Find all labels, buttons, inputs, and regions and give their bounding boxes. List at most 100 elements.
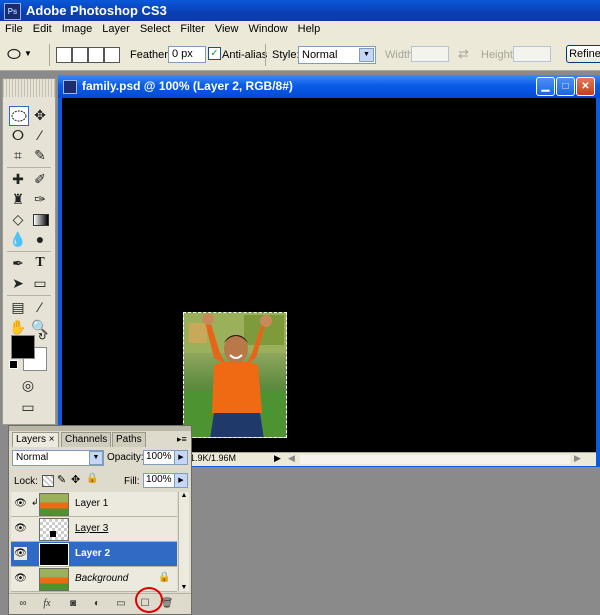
tab-layers[interactable]: Layers × <box>12 432 59 447</box>
horizontal-scrollbar[interactable] <box>300 455 570 464</box>
child-photo-selection[interactable] <box>183 312 287 438</box>
scroll-left-icon[interactable]: ◀ <box>288 453 295 464</box>
opacity-input[interactable]: 100% <box>143 450 175 465</box>
adjustment-icon[interactable]: ◐ <box>89 597 105 611</box>
layer-name: Background <box>75 573 129 584</box>
menu-filter[interactable]: Filter <box>175 21 209 35</box>
annotation-red-circle <box>135 587 163 613</box>
default-colors-icon[interactable] <box>9 360 18 369</box>
toolbox-divider <box>7 295 51 296</box>
layers-scrollbar[interactable]: ▲ ▼ <box>178 492 189 591</box>
menu-bar: File Edit Image Layer Select Filter View Window… <box>0 21 600 41</box>
notes-tool-icon[interactable]: ▤ <box>8 297 28 317</box>
brush-tool-icon[interactable]: ✐ <box>30 169 50 189</box>
fill-input[interactable]: 100% <box>143 473 175 488</box>
folder-icon[interactable]: ▭ <box>113 597 129 611</box>
lock-all-icon[interactable]: 🔒 <box>86 473 98 484</box>
document-title-bar[interactable]: family.psd @ 100% (Layer 2, RGB/8#) ▁ □ … <box>58 75 600 98</box>
screen-mode-icon[interactable]: ▭ <box>18 397 38 417</box>
refine-edge-button[interactable]: Refine <box>566 45 600 63</box>
new-selection-icon[interactable] <box>56 47 72 63</box>
tab-channels[interactable]: Channels <box>61 432 112 447</box>
subtract-selection-icon[interactable] <box>88 47 104 63</box>
lock-image-icon[interactable]: ✎ <box>57 473 66 486</box>
antialias-label: Anti-alias <box>222 49 268 61</box>
crop-tool-icon[interactable]: ⌗ <box>8 145 28 165</box>
document-canvas[interactable] <box>62 98 596 452</box>
pen-tool-icon[interactable]: ✒ <box>8 253 28 273</box>
fx-icon[interactable]: fx <box>39 597 55 611</box>
quick-mask-icon[interactable]: ◎ <box>18 375 38 395</box>
clone-stamp-tool-icon[interactable]: ♜ <box>8 189 28 209</box>
menu-help[interactable]: Help <box>293 21 326 35</box>
healing-brush-tool-icon[interactable]: ✚ <box>8 169 28 189</box>
maximize-button[interactable]: □ <box>556 77 575 96</box>
eraser-tool-icon[interactable]: ◇ <box>8 209 28 229</box>
style-select[interactable]: Normal ▼ <box>298 46 376 64</box>
type-tool-icon[interactable]: T <box>30 253 50 273</box>
opacity-slider-arrow-icon[interactable]: ▶ <box>174 450 188 465</box>
layer-name: Layer 1 <box>75 498 109 509</box>
options-divider <box>265 44 266 66</box>
layer-row-layer-2[interactable]: 👁 Layer 2 <box>11 542 177 567</box>
magic-wand-tool-icon[interactable]: ⁄ <box>30 125 50 145</box>
add-to-selection-icon[interactable] <box>72 47 88 63</box>
eye-icon[interactable]: 👁 <box>14 497 27 510</box>
layer-row-layer-1[interactable]: 👁 ↲ Layer 1 <box>11 492 177 517</box>
close-button[interactable]: ✕ <box>576 77 595 96</box>
history-brush-tool-icon[interactable]: ✑ <box>30 189 50 209</box>
hand-tool-icon[interactable]: ✋ <box>8 317 28 337</box>
slice-tool-icon[interactable]: ✎ <box>30 145 50 165</box>
lock-transparent-icon[interactable] <box>42 475 54 487</box>
path-selection-tool-icon[interactable]: ➤ <box>8 273 28 293</box>
layers-panel: Layers × Channels Paths ▸≡ Normal ▼ Opac… <box>8 425 192 615</box>
swap-colors-icon[interactable]: ↻ <box>38 332 46 343</box>
menu-file[interactable]: File <box>0 21 28 35</box>
dodge-tool-icon[interactable]: ● <box>30 229 50 249</box>
elliptical-marquee-tool-icon[interactable] <box>9 106 29 126</box>
opacity-label: Opacity: <box>107 452 144 463</box>
layers-panel-grip[interactable] <box>9 426 191 431</box>
eye-icon[interactable]: 👁 <box>14 572 27 585</box>
feather-input[interactable]: 0 px <box>168 46 206 63</box>
options-divider <box>49 44 50 66</box>
menu-image[interactable]: Image <box>57 21 98 35</box>
menu-edit[interactable]: Edit <box>28 21 57 35</box>
lock-label: Lock: <box>14 476 38 487</box>
menu-layer[interactable]: Layer <box>97 21 135 35</box>
link-icon[interactable]: ∞ <box>15 597 31 611</box>
foreground-color-swatch[interactable] <box>11 335 35 359</box>
fill-slider-arrow-icon[interactable]: ▶ <box>174 473 188 488</box>
panel-menu-icon[interactable]: ▸≡ <box>177 434 187 445</box>
eyedropper-tool-icon[interactable]: ⁄ <box>30 297 50 317</box>
scroll-down-icon[interactable]: ▼ <box>179 584 189 591</box>
layer-row-layer-3[interactable]: 👁 Layer 3 <box>11 517 177 542</box>
gradient-tool-icon[interactable] <box>30 209 50 229</box>
toolbox-divider <box>7 167 51 168</box>
lock-position-icon[interactable]: ✥ <box>71 473 80 486</box>
style-select-value: Normal <box>302 49 338 61</box>
chevron-down-icon[interactable]: ▼ <box>24 49 32 58</box>
eye-icon[interactable]: 👁 <box>14 547 27 560</box>
blend-mode-value: Normal <box>16 452 49 463</box>
layer-thumbnail <box>39 518 69 541</box>
intersect-selection-icon[interactable] <box>104 47 120 63</box>
shape-tool-icon[interactable]: ▭ <box>30 273 50 293</box>
menu-select[interactable]: Select <box>135 21 176 35</box>
menu-view[interactable]: View <box>210 21 244 35</box>
minimize-button[interactable]: ▁ <box>536 77 555 96</box>
toolbox-grip[interactable] <box>3 79 55 97</box>
eye-icon[interactable]: 👁 <box>14 522 27 535</box>
antialias-checkbox[interactable]: ✓ <box>208 47 221 60</box>
scroll-right-icon[interactable]: ▶ <box>574 453 581 464</box>
status-menu-arrow-icon[interactable]: ▶ <box>274 453 281 464</box>
blur-tool-icon[interactable]: 💧 <box>8 229 28 249</box>
tab-paths[interactable]: Paths <box>112 432 146 447</box>
ellipse-marquee-preset-icon[interactable] <box>6 46 22 62</box>
lasso-tool-icon[interactable]: ⵔ <box>8 125 28 145</box>
blend-mode-select[interactable]: Normal ▼ <box>12 450 104 466</box>
scroll-up-icon[interactable]: ▲ <box>179 492 189 499</box>
mask-icon[interactable]: ◙ <box>65 597 81 611</box>
move-tool-icon[interactable]: ✥ <box>30 105 50 125</box>
menu-window[interactable]: Window <box>244 21 293 35</box>
